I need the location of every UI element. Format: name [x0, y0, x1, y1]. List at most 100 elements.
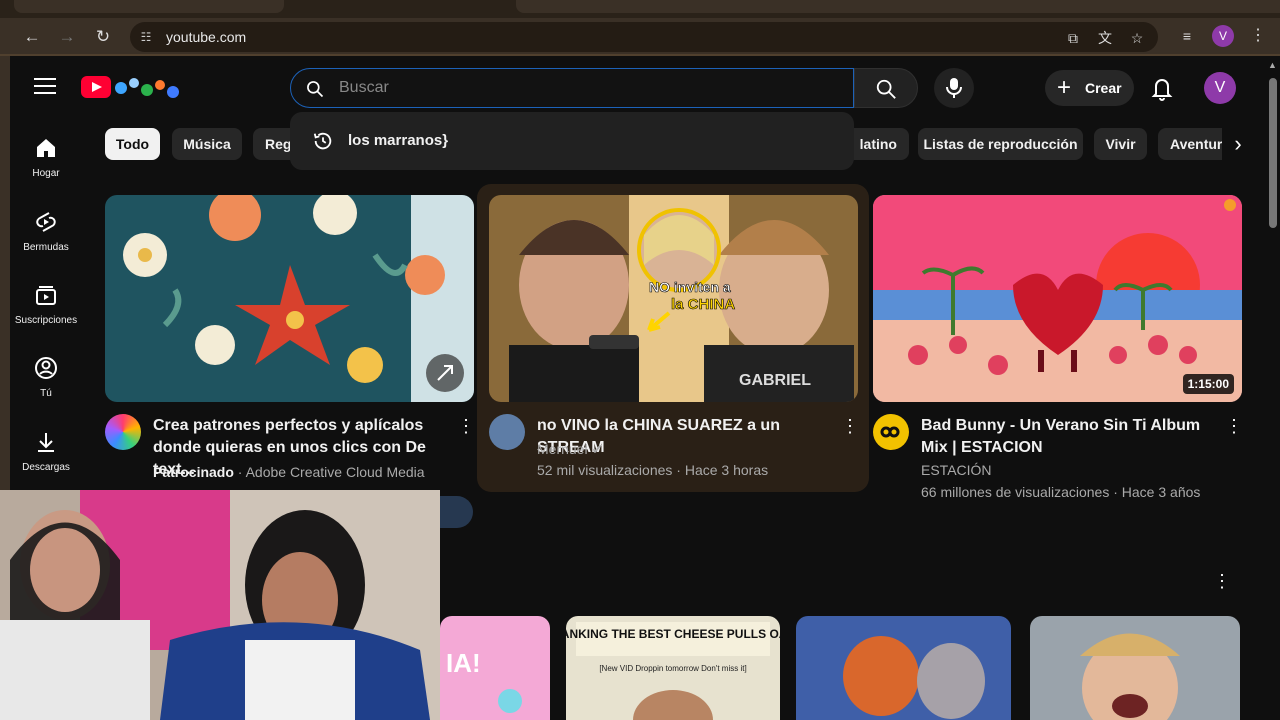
video-thumbnail[interactable]: NO inviten a la CHINA GABRIEL	[489, 195, 858, 402]
channel-avatar[interactable]	[489, 414, 525, 450]
media-control-icon[interactable]: ≡	[1178, 27, 1196, 45]
thumb-text: RANKING THE BEST CHEESE PULLS OAT	[566, 627, 780, 641]
more-options-icon[interactable]: ⋮	[1212, 570, 1232, 592]
thumbnail-image	[105, 195, 474, 402]
chip-aventura[interactable]: Aventura	[1158, 128, 1230, 160]
yt-header: + Crear V	[10, 60, 1266, 116]
forward-icon[interactable]: →	[55, 26, 79, 48]
search-box[interactable]	[290, 68, 854, 108]
video-thumbnail[interactable]: 1:15:00	[873, 195, 1242, 402]
video-card[interactable]: 1:15:00 Bad Bunny - Un Verano Sin Ti Alb…	[873, 195, 1243, 500]
menu-icon[interactable]	[34, 78, 56, 96]
site-settings-icon[interactable]: ☷	[138, 29, 154, 45]
page-scrollbar[interactable]	[1266, 56, 1280, 720]
suggestion-item[interactable]: los marranos}	[348, 132, 448, 149]
chip-vivir[interactable]: Vivir	[1094, 128, 1147, 160]
channel-avatar[interactable]	[105, 414, 141, 450]
browser-toolbar: ← → ↻ ☷ youtube.com ⧉ 文 ☆ ≡ V ⋮	[0, 18, 1280, 56]
search-input[interactable]	[339, 77, 839, 99]
scroll-up-arrow[interactable]: ▲	[1268, 60, 1277, 70]
create-label: Crear	[1085, 80, 1122, 96]
search-suggestions: los marranos}	[290, 112, 854, 170]
create-button[interactable]: + Crear	[1045, 70, 1134, 106]
channel-name[interactable]: Adobe Creative Cloud Media	[246, 464, 425, 480]
sidebar-item-label: Suscripciones	[14, 315, 78, 326]
home-icon	[37, 139, 55, 157]
verified-icon: ✔	[591, 441, 604, 457]
video-card[interactable]: Crea patrones perfectos y aplícalos dond…	[105, 195, 475, 485]
short-thumbnail[interactable]: RANKING THE BEST CHEESE PULLS OAT [New V…	[566, 616, 780, 720]
more-options-icon[interactable]: ⋮	[457, 415, 475, 437]
chevron-right-icon[interactable]: ›	[1222, 128, 1254, 160]
address-bar[interactable]: ☷ youtube.com ⧉ 文 ☆	[130, 22, 1158, 52]
browser-profile-avatar[interactable]: V	[1212, 25, 1234, 47]
video-stats: 52 mil visualizaciones · Hace 3 horas	[537, 462, 769, 478]
sidebar-item-label: Bermudas	[23, 242, 69, 253]
thumbnail-image: IA!	[440, 616, 550, 720]
sidebar-item-label: Hogar	[32, 168, 60, 179]
sidebar-item-downloads[interactable]: Descargas	[10, 414, 82, 484]
chip-listas[interactable]: Listas de reproducción	[918, 128, 1083, 160]
chip-todo[interactable]: Todo	[105, 128, 160, 160]
channel-name[interactable]: Mernuel ✔	[537, 441, 603, 458]
sidebar-item-home[interactable]: Hogar	[10, 120, 82, 190]
download-icon	[38, 433, 54, 452]
address-url[interactable]: youtube.com	[166, 29, 246, 45]
browser-menu-icon[interactable]: ⋮	[1250, 25, 1266, 47]
translate-icon[interactable]: 文	[1096, 29, 1114, 47]
shorts-icon	[36, 212, 56, 232]
thumbnail-image: RANKING THE BEST CHEESE PULLS OAT [New V…	[566, 616, 780, 720]
browser-tab[interactable]	[14, 0, 284, 13]
back-icon[interactable]: ←	[20, 26, 44, 48]
more-options-icon[interactable]: ⋮	[1225, 415, 1243, 437]
infinity-icon	[880, 426, 900, 438]
thumbnail-image: NO inviten a la CHINA GABRIEL	[489, 195, 858, 402]
bell-icon	[1151, 79, 1173, 101]
thumbnail-image	[873, 195, 1242, 402]
sidebar-item-subscriptions[interactable]: Suscripciones	[10, 267, 82, 337]
youtube-logo[interactable]	[81, 76, 111, 98]
webcam-overlay	[0, 490, 440, 720]
video-channel[interactable]: Patrocinado · Adobe Creative Cloud Media	[153, 464, 425, 480]
you-icon	[35, 357, 57, 379]
upload-age: Hace 3 horas	[684, 462, 769, 478]
channel-name-text[interactable]: Mernuel	[537, 441, 588, 457]
scrollbar-thumb[interactable]	[1269, 78, 1277, 228]
short-thumbnail[interactable]	[796, 616, 1011, 720]
sidebar-item-shorts[interactable]: Bermudas	[10, 194, 82, 264]
thumb-text: NO inviten a	[649, 279, 731, 295]
search-icon	[307, 81, 324, 98]
notifications-button[interactable]	[1146, 72, 1178, 104]
short-thumbnail[interactable]	[1030, 616, 1240, 720]
bookmark-star-icon[interactable]: ☆	[1128, 29, 1146, 47]
reload-icon[interactable]: ↻	[91, 26, 115, 48]
channel-avatar[interactable]	[873, 414, 909, 450]
browser-tabstrip	[0, 0, 1280, 18]
sponsored-label: Patrocinado	[153, 464, 234, 480]
chip-musica[interactable]: Música	[172, 128, 242, 160]
video-thumbnail[interactable]	[105, 195, 474, 402]
youtube-doodle[interactable]	[113, 74, 183, 100]
install-app-icon[interactable]: ⧉	[1064, 29, 1082, 47]
search-button[interactable]	[854, 68, 918, 108]
video-stats: 66 millones de visualizaciones · Hace 3 …	[921, 484, 1201, 500]
sidebar-item-label: Tú	[40, 388, 52, 399]
thumb-text: IA!	[446, 648, 481, 678]
plus-icon: +	[1057, 74, 1072, 101]
microphone-icon	[946, 78, 962, 98]
voice-search-button[interactable]	[934, 68, 974, 108]
thumb-subtext: [New VID Droppin tomorrow Don't miss it]	[599, 664, 746, 673]
video-card[interactable]: NO inviten a la CHINA GABRIEL no VINO la…	[489, 195, 859, 485]
more-options-icon[interactable]: ⋮	[841, 415, 859, 437]
sidebar-item-you[interactable]: Tú	[10, 340, 82, 410]
history-icon	[313, 132, 332, 150]
view-count: 52 mil visualizaciones	[537, 462, 673, 478]
account-avatar[interactable]: V	[1204, 72, 1236, 104]
thumbnail-image	[796, 616, 1011, 720]
video-title[interactable]: Bad Bunny - Un Verano Sin Ti Album Mix |…	[921, 415, 1221, 459]
browser-tab[interactable]	[516, 0, 1280, 13]
sidebar-item-label: Descargas	[22, 462, 70, 473]
short-thumbnail[interactable]: IA!	[440, 616, 550, 720]
subscriptions-icon	[36, 286, 56, 305]
channel-name[interactable]: ESTACIÓN	[921, 462, 992, 478]
